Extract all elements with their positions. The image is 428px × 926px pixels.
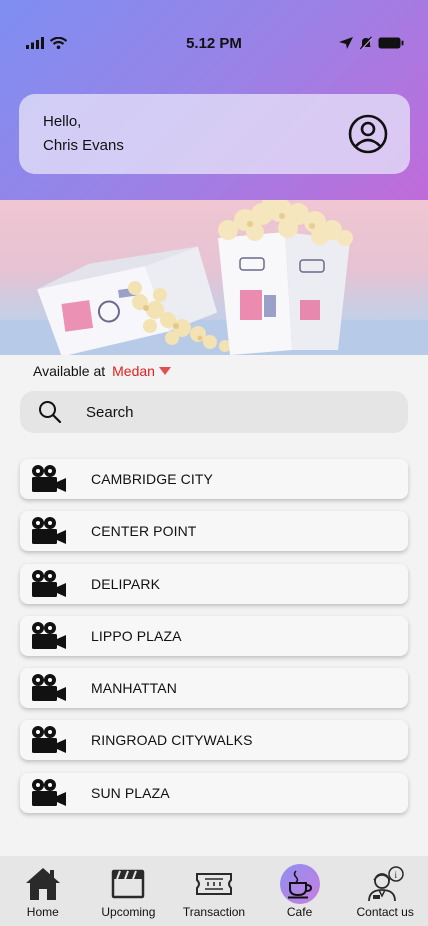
support-agent-icon: i [368,866,404,902]
home-icon [25,868,60,900]
movie-camera-icon [32,726,66,754]
cinema-name: MANHATTAN [91,680,177,697]
nav-label-transaction: Transaction [182,905,246,919]
city-name: Medan [112,363,155,379]
greeting-hello: Hello, [43,113,82,130]
nav-transaction[interactable]: Transaction [174,864,254,919]
nav-label-home: Home [26,905,59,919]
search-bar[interactable]: Search [20,391,408,433]
nav-label-cafe: Cafe [286,905,313,919]
cinema-name: RINGROAD CITYWALKS [91,732,253,749]
cinema-item[interactable]: RINGROAD CITYWALKS [20,720,408,761]
silent-bell-icon [360,36,372,50]
triangle-down-icon [158,367,171,375]
ticket-icon [195,873,232,895]
clapperboard-icon [112,869,145,899]
cinema-item[interactable]: LIPPO PLAZA [20,615,408,656]
cinema-name: CENTER POINT [91,523,197,540]
location-arrow-icon [339,37,353,49]
cinema-name: SUN PLAZA [91,784,170,801]
movie-camera-icon [32,517,66,545]
cinema-item[interactable]: DELIPARK [20,563,408,604]
availability-label: Available at [33,363,106,379]
svg-text:i: i [395,870,398,880]
wifi-icon [50,37,67,49]
city-selector[interactable]: Medan [112,363,171,379]
movie-camera-icon [32,778,66,806]
cinema-item[interactable]: CAMBRIDGE CITY [20,459,408,499]
cinema-list: CAMBRIDGE CITY CENTER POINT DELIPARK LIP… [20,459,408,825]
bottom-navigation: Home Upcoming Transaction Cafe i Contact… [0,856,428,926]
nav-upcoming[interactable]: Upcoming [88,864,168,919]
nav-label-contact-us: Contact us [356,905,414,919]
coffee-cup-icon [287,870,312,899]
cinema-item[interactable]: MANHATTAN [20,668,408,709]
nav-label-upcoming: Upcoming [101,905,156,919]
user-name: Chris Evans [43,137,124,154]
movie-camera-icon [32,674,66,702]
nav-cafe[interactable]: Cafe [260,864,340,919]
greeting-card: Hello, Chris Evans [19,94,410,174]
nav-contact-us[interactable]: i Contact us [345,864,425,919]
cinema-name: LIPPO PLAZA [91,627,182,644]
movie-camera-icon [32,569,66,597]
cinema-name: CAMBRIDGE CITY [91,471,213,487]
search-input[interactable]: Search [86,404,134,421]
availability-row: Available at Medan [33,362,171,380]
cinema-item[interactable]: CENTER POINT [20,511,408,552]
nav-home[interactable]: Home [3,864,83,919]
popcorn-banner-image [0,200,428,355]
user-profile-icon[interactable] [348,114,388,154]
cinema-item[interactable]: SUN PLAZA [20,772,408,813]
battery-icon [378,37,404,49]
status-bar: 5.12 PM [0,30,428,56]
movie-camera-icon [32,465,66,492]
signal-icon [26,37,44,49]
search-icon [39,401,62,424]
cinema-name: DELIPARK [91,575,161,592]
movie-camera-icon [32,621,66,649]
